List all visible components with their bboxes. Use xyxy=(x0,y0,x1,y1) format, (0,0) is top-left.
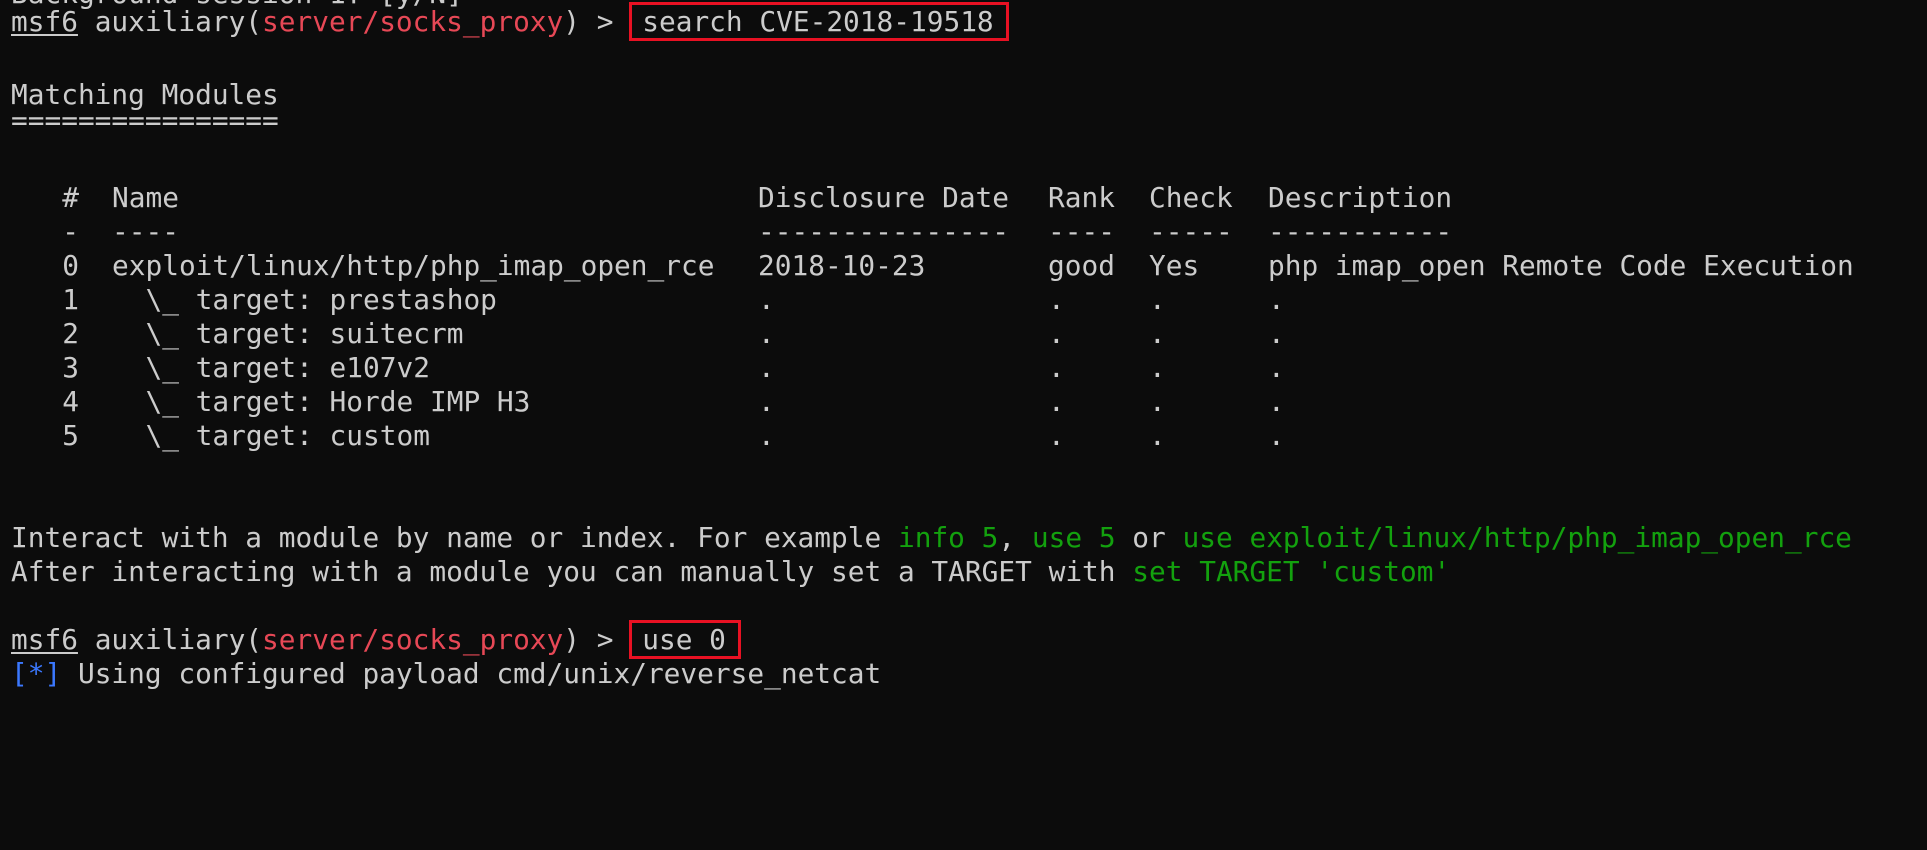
table-cell-col-index: 5 xyxy=(62,419,79,452)
hint-text: or xyxy=(1115,521,1183,554)
separator-col-index: - xyxy=(62,215,79,248)
header-col-disclosure-date: Disclosure Date xyxy=(758,181,1010,214)
use-command: use 0 xyxy=(629,620,741,659)
table-cell-col-rank: . xyxy=(1048,385,1065,418)
module-prefix: auxiliary( xyxy=(77,5,263,38)
prompt-line-search: msf6 auxiliary(server/socks_proxy) > sea… xyxy=(11,2,1009,41)
separator-col-name: ---- xyxy=(112,215,179,248)
table-cell-col-description: php imap_open Remote Code Execution xyxy=(1268,249,1854,282)
table-cell-col-rank: . xyxy=(1048,283,1065,316)
table-cell-col-rank: . xyxy=(1048,351,1065,384)
active-module: server/socks_proxy xyxy=(262,623,564,656)
header-col-check: Check xyxy=(1149,181,1233,214)
table-cell-col-description: . xyxy=(1268,283,1285,316)
status-text: Using configured payload cmd/unix/revers… xyxy=(61,657,882,690)
hint-use-name-command: use exploit/linux/http/php_imap_open_rce xyxy=(1182,521,1852,554)
status-line: [*] Using configured payload cmd/unix/re… xyxy=(11,657,881,691)
table-cell-col-name: \_ target: prestashop xyxy=(112,283,497,316)
table-cell-col-name: \_ target: e107v2 xyxy=(112,351,430,384)
separator-col-disclosure-date: --------------- xyxy=(758,215,1010,248)
table-cell-col-index: 0 xyxy=(62,249,79,282)
table-cell-col-rank: . xyxy=(1048,317,1065,350)
separator-col-description: ----------- xyxy=(1268,215,1453,248)
table-cell-col-description: . xyxy=(1268,419,1285,452)
table-cell-col-disclosure-date: . xyxy=(758,317,775,350)
hint-info-command: info 5 xyxy=(897,521,999,554)
table-cell-col-disclosure-date: . xyxy=(758,419,775,452)
table-cell-col-check: Yes xyxy=(1149,249,1200,282)
module-prefix: auxiliary( xyxy=(77,623,263,656)
table-cell-col-index: 2 xyxy=(62,317,79,350)
table-cell-col-name: exploit/linux/http/php_imap_open_rce xyxy=(112,249,715,282)
hint-text: After interacting with a module you can … xyxy=(11,555,1133,588)
table-cell-col-name: \_ target: suitecrm xyxy=(112,317,464,350)
table-cell-col-index: 4 xyxy=(62,385,79,418)
table-cell-col-name: \_ target: custom xyxy=(112,419,430,452)
header-col-description: Description xyxy=(1268,181,1453,214)
interact-hint-line: Interact with a module by name or index.… xyxy=(11,521,1852,555)
table-cell-col-description: . xyxy=(1268,317,1285,350)
hint-text: Interact with a module by name or index.… xyxy=(11,521,898,554)
table-cell-col-check: . xyxy=(1149,419,1166,452)
header-col-rank: Rank xyxy=(1048,181,1115,214)
table-cell-col-check: . xyxy=(1149,385,1166,418)
header-col-name: Name xyxy=(112,181,179,214)
table-cell-col-disclosure-date: 2018-10-23 xyxy=(758,249,926,282)
table-cell-col-rank: . xyxy=(1048,419,1065,452)
search-command: search CVE-2018-19518 xyxy=(629,2,1009,41)
matching-modules-title: Matching Modules xyxy=(11,78,279,111)
hint-use-index-command: use 5 xyxy=(1031,521,1116,554)
table-cell-col-disclosure-date: . xyxy=(758,351,775,384)
terminal-window[interactable]: Background session 1? [y/N] msf6 auxilia… xyxy=(0,0,1927,693)
table-cell-col-description: . xyxy=(1268,351,1285,384)
prompt-line-use: msf6 auxiliary(server/socks_proxy) > use… xyxy=(11,620,741,659)
module-suffix: ) > xyxy=(563,623,631,656)
hint-set-target-command: set TARGET 'custom' xyxy=(1132,555,1451,588)
table-cell-col-index: 1 xyxy=(62,283,79,316)
table-cell-col-check: . xyxy=(1149,351,1166,384)
table-cell-col-rank: good xyxy=(1048,249,1115,282)
info-marker: [*] xyxy=(11,657,62,690)
table-cell-col-check: . xyxy=(1149,317,1166,350)
table-cell-col-disclosure-date: . xyxy=(758,283,775,316)
msf-prompt: msf6 xyxy=(11,5,78,38)
table-cell-col-index: 3 xyxy=(62,351,79,384)
table-cell-col-check: . xyxy=(1149,283,1166,316)
target-hint-line: After interacting with a module you can … xyxy=(11,555,1450,589)
hint-text: , xyxy=(998,521,1032,554)
module-suffix: ) > xyxy=(563,5,631,38)
msf-prompt: msf6 xyxy=(11,623,78,656)
table-cell-col-description: . xyxy=(1268,385,1285,418)
separator-col-check: ----- xyxy=(1149,215,1233,248)
header-col-index: # xyxy=(62,181,79,214)
matching-modules-underline: ================ xyxy=(11,111,279,131)
table-cell-col-name: \_ target: Horde IMP H3 xyxy=(112,385,531,418)
active-module: server/socks_proxy xyxy=(262,5,564,38)
table-cell-col-disclosure-date: . xyxy=(758,385,775,418)
separator-col-rank: ---- xyxy=(1048,215,1115,248)
